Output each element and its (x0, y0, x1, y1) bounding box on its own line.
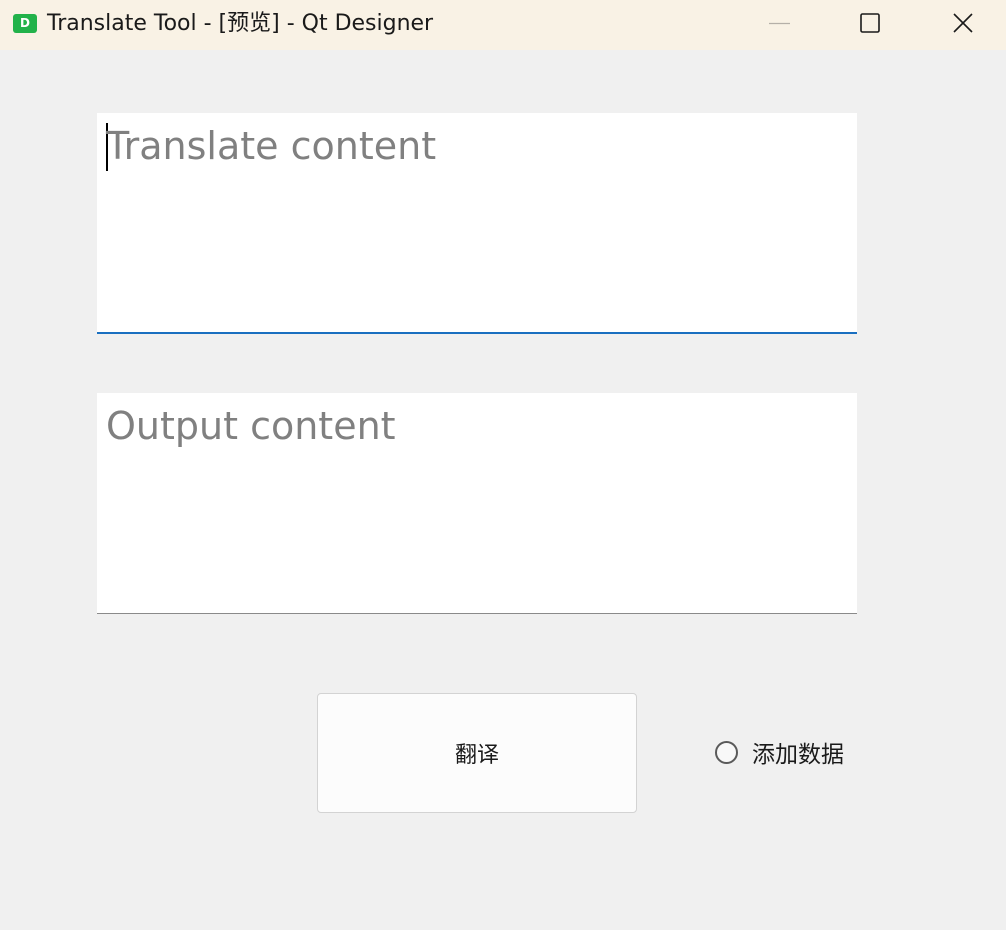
translate-button[interactable]: 翻译 (317, 693, 637, 813)
translate-content-placeholder: Translate content (106, 124, 437, 168)
app-window: D Translate Tool - [预览] - Qt Designer Tr… (0, 0, 1006, 930)
add-data-radio-label[interactable]: 添加数据 (752, 735, 844, 769)
title-bar[interactable]: D Translate Tool - [预览] - Qt Designer (0, 0, 1006, 50)
radio-indicator[interactable] (715, 740, 738, 764)
minimize-icon (769, 22, 790, 25)
translate-content-input[interactable]: Translate content (97, 113, 857, 334)
qt-designer-app-icon: D (13, 14, 37, 33)
output-content-placeholder: Output content (106, 404, 396, 448)
maximize-icon (860, 13, 880, 33)
output-content-box[interactable]: Output content (97, 393, 857, 614)
add-data-radio[interactable]: 添加数据 (715, 736, 844, 768)
window-title: Translate Tool - [预览] - Qt Designer (47, 11, 434, 36)
minimize-button[interactable] (740, 0, 820, 48)
close-icon (953, 13, 973, 33)
maximize-button[interactable] (830, 0, 910, 48)
close-button[interactable] (923, 0, 1003, 48)
